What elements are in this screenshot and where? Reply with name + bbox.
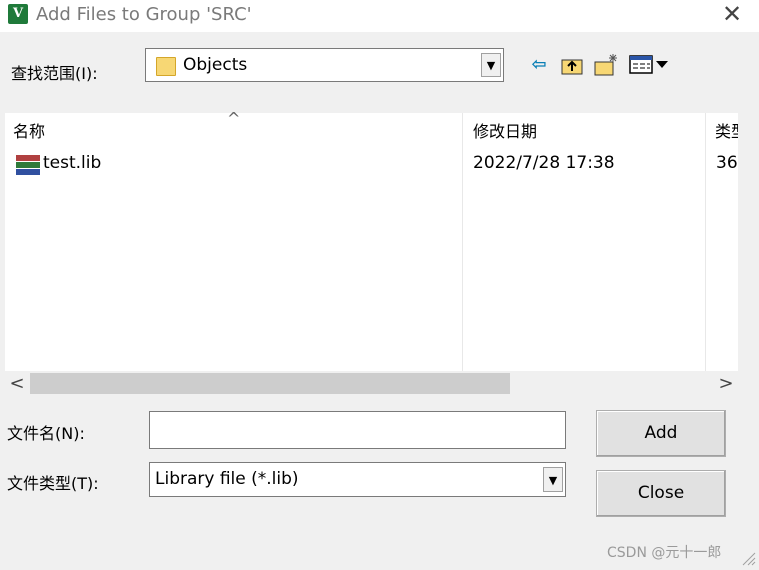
resize-grip-icon[interactable]: [738, 548, 756, 566]
file-type: 36: [716, 153, 738, 173]
view-menu-icon[interactable]: [628, 52, 672, 78]
file-type-value: Library file (*.lib): [155, 469, 299, 489]
title-bar: V Add Files to Group 'SRC' ✕: [0, 0, 759, 32]
file-type-dropdown[interactable]: Library file (*.lib) ▼: [149, 462, 566, 497]
up-folder-icon[interactable]: [559, 52, 585, 78]
folder-icon: [156, 57, 176, 76]
sort-ascending-icon: ^: [227, 109, 241, 128]
back-arrow-icon[interactable]: ⇦: [526, 52, 552, 78]
chevron-down-icon[interactable]: ▼: [481, 53, 501, 77]
look-in-label: 查找范围(I):: [11, 64, 98, 83]
chevron-down-icon[interactable]: ▼: [543, 467, 563, 492]
look-in-value: Objects: [183, 55, 248, 75]
window-title: Add Files to Group 'SRC': [36, 4, 252, 25]
file-modified: 2022/7/28 17:38: [473, 153, 615, 173]
file-name: test.lib: [43, 153, 102, 173]
column-header-modified[interactable]: 修改日期: [473, 113, 698, 151]
horizontal-scrollbar[interactable]: < >: [5, 371, 738, 396]
file-type-label: 文件类型(T):: [7, 474, 99, 493]
file-list[interactable]: 名称 ^ 修改日期 类型 test.lib 2022/7/28 17:38 36…: [5, 109, 738, 396]
file-name-label: 文件名(N):: [7, 424, 85, 443]
column-header-type[interactable]: 类型: [715, 113, 738, 151]
close-icon[interactable]: ✕: [720, 2, 744, 26]
add-button[interactable]: Add: [596, 410, 726, 457]
file-row[interactable]: test.lib 2022/7/28 17:38 36: [5, 151, 738, 179]
scrollbar-thumb[interactable]: [30, 373, 510, 394]
new-folder-icon[interactable]: [593, 52, 619, 78]
look-in-dropdown[interactable]: Objects ▼: [145, 48, 504, 82]
scroll-right-icon[interactable]: >: [714, 371, 738, 396]
keil-uvision-icon: V: [8, 4, 28, 24]
winrar-archive-icon: [16, 155, 40, 175]
watermark: CSDN @元十一郎: [607, 545, 722, 561]
file-name-input[interactable]: [149, 411, 566, 449]
close-button[interactable]: Close: [596, 470, 726, 517]
scroll-left-icon[interactable]: <: [5, 371, 29, 396]
